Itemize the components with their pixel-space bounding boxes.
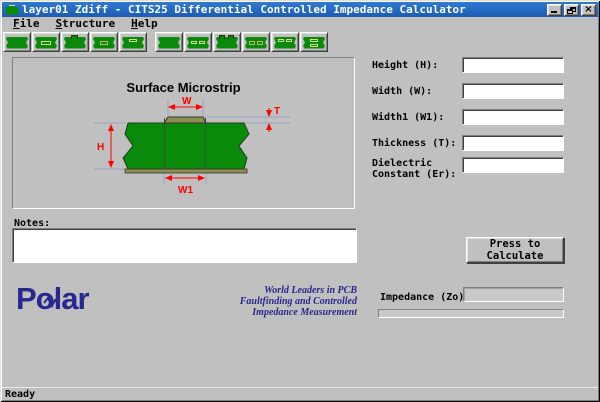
toolbar-button-stripline[interactable] <box>32 32 60 52</box>
toolbar-button-diff-surface-microstrip[interactable] <box>155 32 183 52</box>
width-label: Width (W): <box>372 86 462 97</box>
status-bar: Ready <box>2 387 598 400</box>
close-icon: × <box>582 4 595 15</box>
width-input[interactable] <box>462 83 564 99</box>
height-label: Height (H): <box>372 60 462 71</box>
diff-surface-microstrip-icon <box>158 36 180 49</box>
width1-input[interactable] <box>462 109 564 125</box>
window-title: layer01 Zdiff - CITS25 Differential Cont… <box>22 3 547 16</box>
coated-microstrip-icon <box>64 36 86 49</box>
stripline-icon <box>35 36 57 49</box>
polar-logo: Polar <box>16 284 89 314</box>
toolbar-button-coated-microstrip[interactable] <box>61 32 89 52</box>
offset-stripline-icon <box>122 36 144 49</box>
menu-help[interactable]: Help <box>124 17 165 30</box>
close-button[interactable]: × <box>581 4 596 16</box>
thickness-label: Thickness (T): <box>372 138 462 149</box>
dim-h-label: H <box>97 142 104 153</box>
app-icon <box>5 5 19 15</box>
app-window: layer01 Zdiff - CITS25 Differential Cont… <box>0 0 600 402</box>
minimize-button[interactable] <box>547 4 562 16</box>
toolbar-button-broadside-coupled-stripline[interactable] <box>300 32 328 52</box>
tagline-line: Impedance Measurement <box>180 307 357 318</box>
embedded-microstrip-icon <box>93 36 115 49</box>
structure-diagram: W T H W1 <box>13 58 356 210</box>
tagline-line: World Leaders in PCB <box>180 285 357 296</box>
brand-tagline: World Leaders in PCB Faultfinding and Co… <box>180 285 357 318</box>
toolbar-button-embedded-microstrip[interactable] <box>90 32 118 52</box>
dim-t-label: T <box>274 106 280 117</box>
status-text: Ready <box>2 389 35 400</box>
menu-file[interactable]: File <box>6 17 47 30</box>
dim-w1-label: W1 <box>178 185 193 196</box>
menu-structure[interactable]: Structure <box>49 17 123 30</box>
toolbar-button-surface-microstrip[interactable] <box>3 32 31 52</box>
dielectric-constant-label: Dielectric Constant (Er): <box>372 158 462 180</box>
toolbar-button-offset-stripline[interactable] <box>119 32 147 52</box>
toolbar-button-diff-stripline[interactable] <box>184 32 212 52</box>
notes-input[interactable] <box>12 228 357 263</box>
dielectric-constant-input[interactable] <box>462 157 564 173</box>
minimize-icon <box>551 11 557 13</box>
thickness-input[interactable] <box>462 135 564 151</box>
diff-embedded-microstrip-icon <box>245 36 267 49</box>
impedance-value-field <box>463 287 564 302</box>
calculate-button[interactable]: Press to Calculate <box>466 237 564 263</box>
diff-offset-stripline-icon <box>274 36 296 49</box>
width1-label: Width1 (W1): <box>372 112 462 123</box>
pulse-waveform-icon <box>43 296 59 308</box>
impedance-label: Impedance (Zo): <box>380 292 470 303</box>
menu-bar: File Structure Help <box>2 17 598 30</box>
broadside-coupled-stripline-icon <box>303 36 325 49</box>
title-bar[interactable]: layer01 Zdiff - CITS25 Differential Cont… <box>2 2 598 17</box>
diff-stripline-icon <box>187 36 209 49</box>
structure-diagram-panel: Surface Microstrip <box>12 57 355 209</box>
toolbar <box>2 30 598 53</box>
diff-coated-microstrip-icon <box>216 36 238 49</box>
restore-button[interactable] <box>564 4 579 16</box>
surface-microstrip-icon <box>6 36 28 49</box>
dim-w-label: W <box>182 96 192 107</box>
tagline-line: Faultfinding and Controlled <box>180 296 357 307</box>
toolbar-button-diff-embedded-microstrip[interactable] <box>242 32 270 52</box>
toolbar-button-diff-offset-stripline[interactable] <box>271 32 299 52</box>
toolbar-button-diff-coated-microstrip[interactable] <box>213 32 241 52</box>
progress-bar <box>378 309 564 318</box>
height-input[interactable] <box>462 57 564 73</box>
